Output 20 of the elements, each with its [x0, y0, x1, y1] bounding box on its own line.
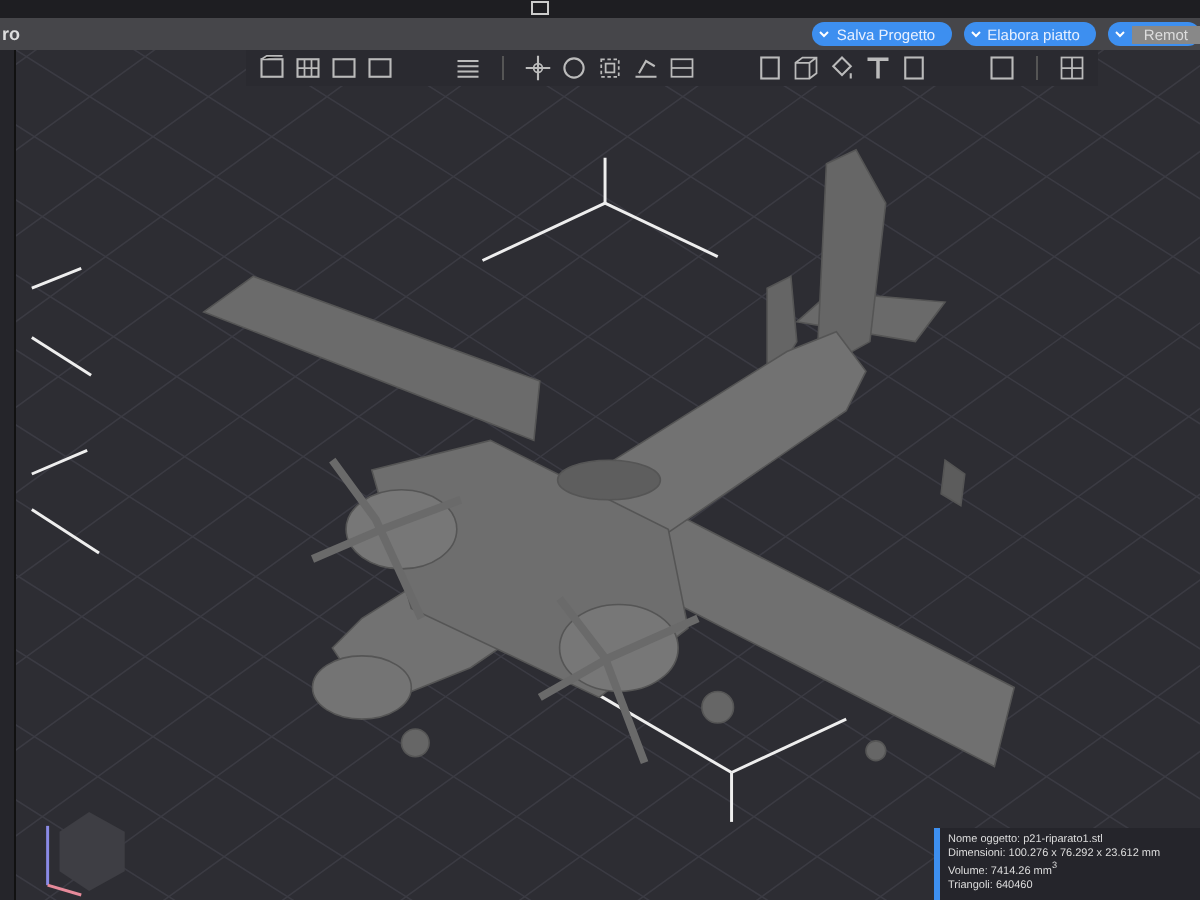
bounding-box-edge — [31, 267, 82, 290]
text-icon[interactable] — [864, 54, 892, 82]
paint-bucket-icon[interactable] — [828, 54, 856, 82]
caret-icon — [969, 30, 982, 38]
caret-icon — [1113, 30, 1126, 38]
lay-flat-icon[interactable] — [632, 54, 660, 82]
scale-icon[interactable] — [596, 54, 624, 82]
window-title: ro — [0, 24, 20, 44]
grid-icon[interactable] — [294, 54, 322, 82]
bounding-box-edge — [31, 336, 92, 377]
caret-icon — [818, 30, 831, 38]
bounding-box-edge — [31, 508, 100, 555]
rotate-icon[interactable] — [560, 54, 588, 82]
cut-icon[interactable] — [668, 54, 696, 82]
move-icon[interactable] — [524, 54, 552, 82]
app-icon — [530, 0, 550, 16]
list-icon[interactable] — [454, 54, 482, 82]
bounding-box-edge — [31, 448, 88, 476]
puzzle-icon[interactable] — [1058, 54, 1086, 82]
box-icon[interactable] — [792, 54, 820, 82]
